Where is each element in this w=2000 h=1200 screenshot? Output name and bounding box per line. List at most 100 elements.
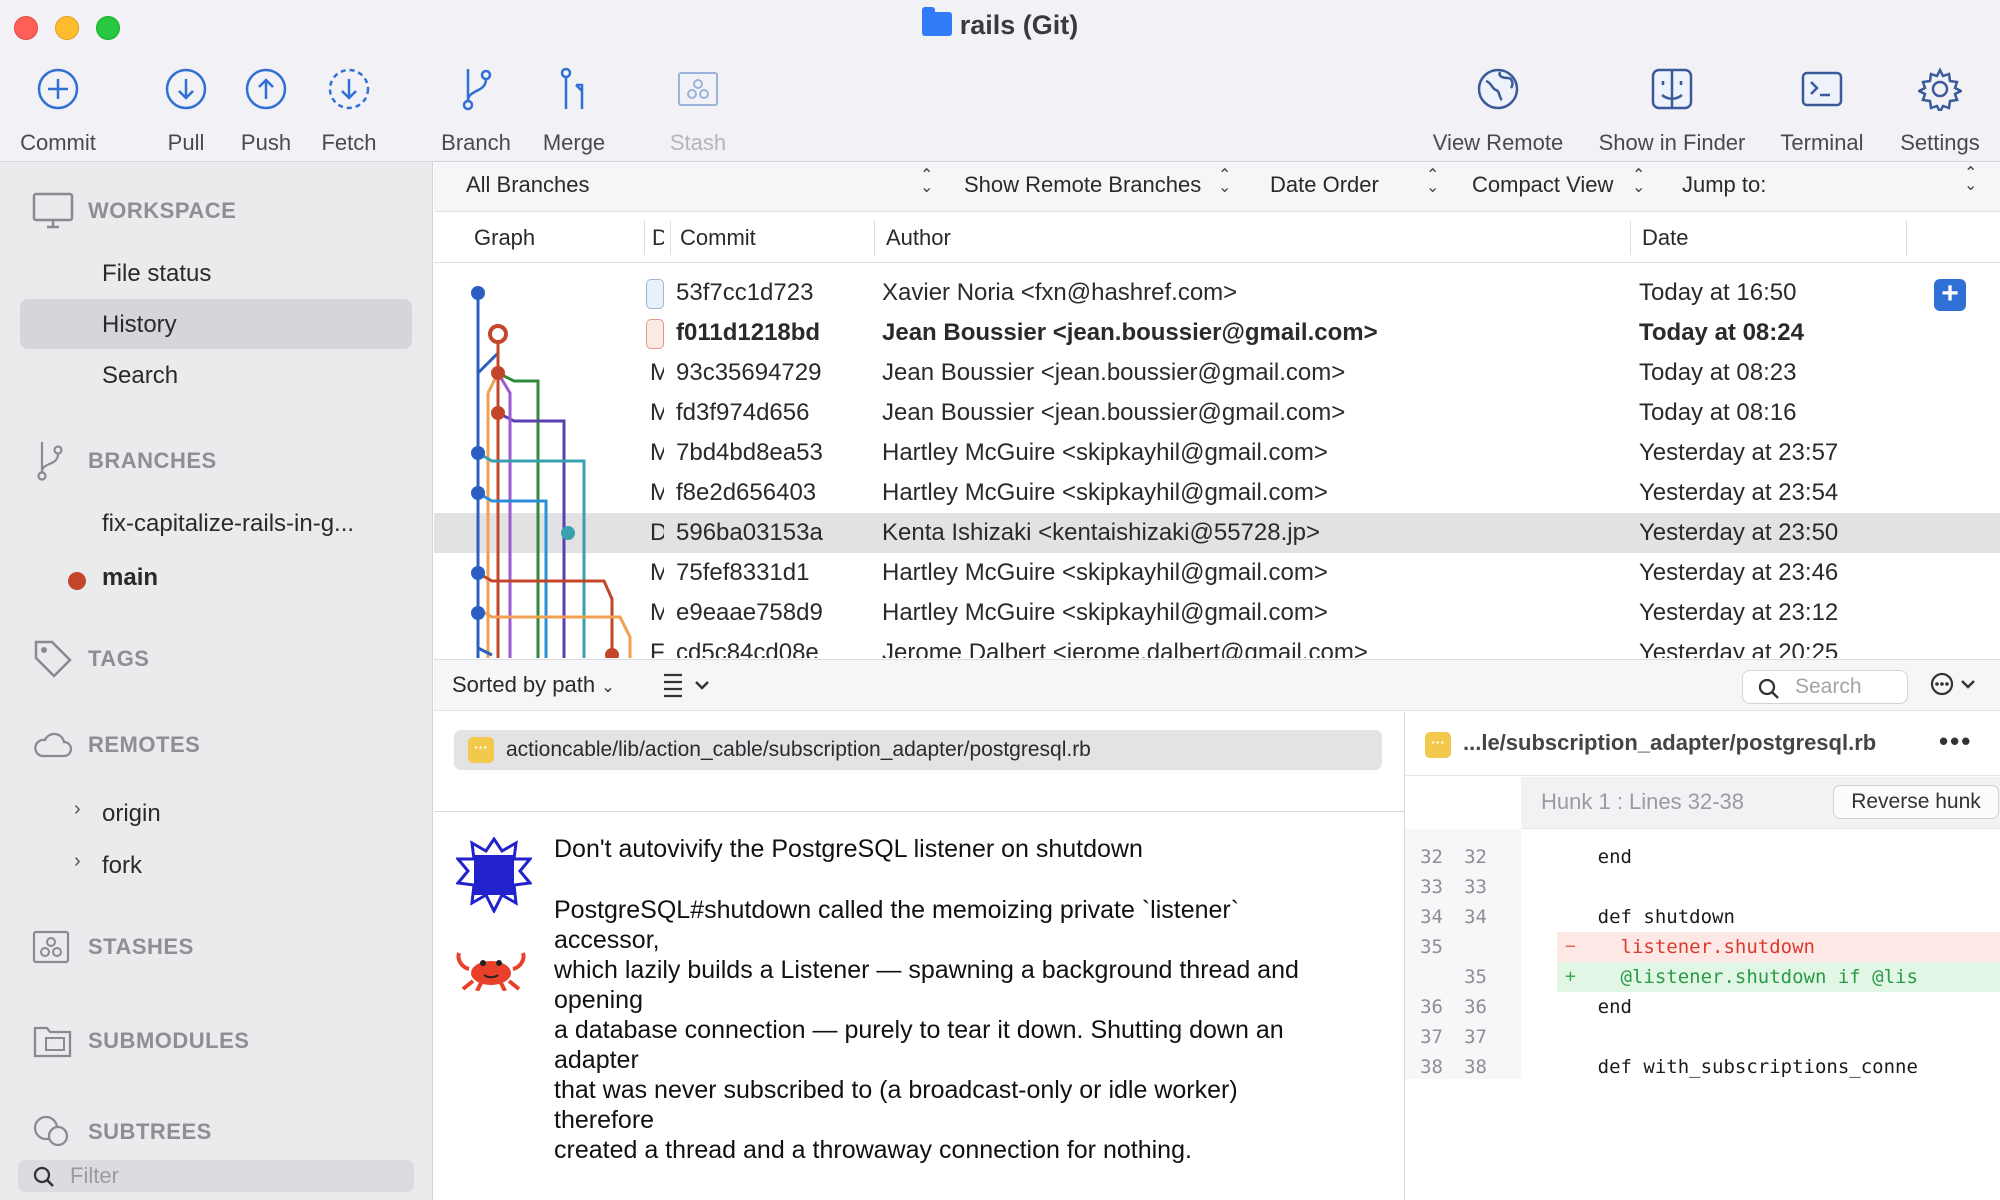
diff-line[interactable]: 37 37 <box>1405 1022 2000 1052</box>
changed-file-item[interactable]: ··· actioncable/lib/action_cable/subscri… <box>454 730 1382 770</box>
commit-hash: f8e2d656403 <box>676 479 817 506</box>
column-header-graph[interactable]: Graph <box>474 225 535 251</box>
branch-button[interactable]: Branch <box>432 62 520 158</box>
commit-row[interactable]: M 75fef8331d1 Hartley McGuire <skipkayhil@… <box>434 553 2000 593</box>
branches-dropdown[interactable]: All Branches <box>466 172 590 198</box>
column-separator[interactable] <box>644 221 645 255</box>
column-header-date[interactable]: Date <box>1642 225 1688 251</box>
show-in-finder-button[interactable]: Show in Finder <box>1592 62 1752 158</box>
column-header-author[interactable]: Author <box>886 225 951 251</box>
updown-chevron-icon[interactable]: ⌃ ⌄ <box>920 168 933 196</box>
branches-section-header[interactable]: BRANCHES <box>32 440 217 482</box>
sidebar: WORKSPACE File status History Search BRA… <box>0 162 433 1200</box>
diff-line[interactable]: 35 + @listener.shutdown if @lis <box>1405 962 2000 992</box>
subtrees-section-header[interactable]: SUBTREES <box>32 1114 212 1150</box>
old-line-number: 38 <box>1420 1056 1443 1078</box>
compact-view-dropdown[interactable]: Compact View <box>1472 172 1613 198</box>
commit-message-line: therefore <box>554 1106 655 1134</box>
author-avatar <box>456 837 532 913</box>
diff-line[interactable]: 32 32 end <box>1405 842 2000 872</box>
jump-to-dropdown[interactable]: ⌃ ⌄ <box>1964 166 1977 194</box>
diff-line[interactable]: 36 36 end <box>1405 992 2000 1022</box>
sidebar-item-history[interactable]: History <box>102 311 177 339</box>
file-search-input[interactable]: Search <box>1742 670 1908 704</box>
commit-row[interactable]: 53f7cc1d723 Xavier Noria <fxn@hashref.com… <box>434 273 2000 313</box>
old-line-number: 33 <box>1420 876 1443 898</box>
sidebar-selection-highlight <box>20 299 412 349</box>
sidebar-item-branch-fix-capitalize[interactable]: fix-capitalize-rails-in-g... <box>102 510 354 538</box>
remotes-section-header[interactable]: REMOTES <box>32 730 200 760</box>
commit-description: M <box>650 359 664 386</box>
diff-line[interactable]: 38 38 def with_subscriptions_conne <box>1405 1052 2000 1082</box>
more-options-menu-button[interactable] <box>1928 668 1980 706</box>
commit-description: D <box>650 519 664 546</box>
show-remote-branches-dropdown[interactable]: Show Remote Branches <box>964 172 1201 198</box>
ellipsis-menu-icon[interactable]: ••• <box>1939 726 1972 757</box>
tags-section-header[interactable]: TAGS <box>32 638 149 680</box>
commit-message-line: opening <box>554 986 643 1014</box>
list-icon <box>664 673 709 698</box>
commit-row[interactable]: D 596ba03153a Kenta Ishizaki <kentaishizak… <box>434 513 2000 553</box>
column-header-commit[interactable]: Commit <box>680 225 756 251</box>
sort-by-path-dropdown[interactable]: Sorted by path ⌄ <box>452 672 615 698</box>
list-view-mode-button[interactable] <box>660 668 714 706</box>
diff-line[interactable]: 35− listener.shutdown <box>1405 932 2000 962</box>
column-separator[interactable] <box>874 221 875 255</box>
settings-button[interactable]: Settings <box>1888 62 1992 158</box>
column-separator[interactable] <box>670 221 671 255</box>
pull-button[interactable]: Pull <box>146 62 226 158</box>
commit-description: M <box>650 599 664 626</box>
commit-message-line: PostgreSQL#shutdown called the memoizing… <box>554 896 1240 924</box>
merge-button[interactable]: Merge <box>530 62 618 158</box>
sidebar-filter-input[interactable]: Filter <box>18 1160 414 1192</box>
chevron-right-icon[interactable]: › <box>74 798 81 821</box>
sidebar-item-branch-main[interactable]: main <box>102 564 158 592</box>
hunk-header: Hunk 1 : Lines 32-38 Reverse hunk <box>1521 777 2000 829</box>
submodules-section-header[interactable]: SUBMODULES <box>32 1022 249 1060</box>
commit-author: Hartley McGuire <skipkayhil@gmail.com> <box>882 559 1328 586</box>
stashes-section-header[interactable]: STASHES <box>32 930 194 964</box>
sidebar-item-search[interactable]: Search <box>102 362 178 390</box>
commit-row[interactable]: Me9eaae758d9 Hartley McGuire <skipkayhil@… <box>434 593 2000 633</box>
new-line-number: 33 <box>1464 876 1487 898</box>
column-separator[interactable] <box>1630 221 1631 255</box>
terminal-button[interactable]: Terminal <box>1770 62 1874 158</box>
sidebar-item-remote-origin[interactable]: origin <box>102 800 161 828</box>
commit-row[interactable]: f011d1218bd Jean Boussier <jean.boussier@… <box>434 313 2000 353</box>
commit-author: Xavier Noria <fxn@hashref.com> <box>882 279 1238 306</box>
column-header-description[interactable]: D <box>652 225 664 251</box>
updown-chevron-icon[interactable]: ⌃ ⌄ <box>1426 168 1439 196</box>
fetch-button[interactable]: Fetch <box>306 62 392 158</box>
commit-row[interactable]: M 7bd4bd8ea53 Hartley McGuire <skipkayhil@… <box>434 433 2000 473</box>
commit-hash: e9eaae758d9 <box>676 599 823 626</box>
settings-label: Settings <box>1900 130 1980 155</box>
stash-button[interactable]: Stash <box>656 62 740 158</box>
commit-message-line: a database connection — purely to tear i… <box>554 1016 1284 1044</box>
updown-chevron-icon[interactable]: ⌃ ⌄ <box>1632 168 1645 196</box>
commit-hash: 53f7cc1d723 <box>676 279 814 306</box>
commit-date: Yesterday at 20:25 <box>1639 639 1839 658</box>
commit-row[interactable]: M 93c35694729 Jean Boussier <jean.boussier… <box>434 353 2000 393</box>
commit-row[interactable]: Mf8e2d656403 Hartley McGuire <skipkayhil@… <box>434 473 2000 513</box>
commit-row[interactable]: Fi cd5c84cd08e Jerome Dalbert <jerome.dalb… <box>434 633 2000 658</box>
workspace-section-header[interactable]: WORKSPACE <box>32 192 236 230</box>
date-order-dropdown[interactable]: Date Order <box>1270 172 1379 198</box>
updown-chevron-icon[interactable]: ⌃ ⌄ <box>1218 168 1231 196</box>
tag-icon <box>34 640 72 678</box>
view-remote-button[interactable]: View Remote <box>1426 62 1570 158</box>
commit-button[interactable]: Commit <box>8 62 108 158</box>
new-line-number: 36 <box>1464 996 1487 1018</box>
push-button[interactable]: Push <box>226 62 306 158</box>
sidebar-item-remote-fork[interactable]: fork <box>102 852 142 880</box>
diff-line[interactable]: 33 33 <box>1405 872 2000 902</box>
chevron-right-icon[interactable]: › <box>74 850 81 873</box>
diff-line[interactable]: 34 34 def shutdown <box>1405 902 2000 932</box>
add-branch-plus-button[interactable]: + <box>1934 279 1966 311</box>
commit-author: Kenta Ishizaki <kentaishizaki@55728.jp> <box>882 519 1320 546</box>
column-separator[interactable] <box>1906 221 1907 255</box>
commit-row[interactable]: Mfd3f974d656 Jean Boussier <jean.boussier… <box>434 393 2000 433</box>
sidebar-item-file-status[interactable]: File status <box>102 260 211 288</box>
reverse-hunk-button[interactable]: Reverse hunk <box>1833 785 1999 819</box>
cloud-icon <box>34 732 72 758</box>
gear-icon <box>1918 67 1962 111</box>
